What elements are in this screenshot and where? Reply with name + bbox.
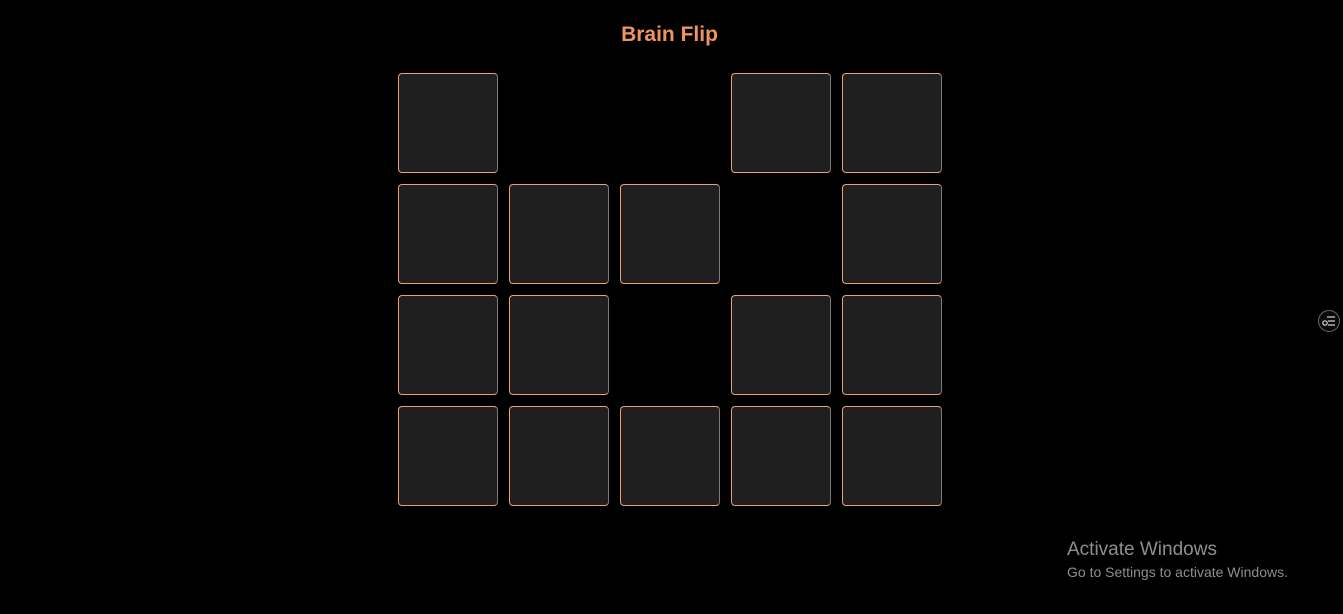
activate-windows-watermark: Activate Windows Go to Settings to activ…: [1067, 538, 1288, 582]
watermark-subtitle: Go to Settings to activate Windows.: [1067, 564, 1288, 580]
card-board: [398, 73, 942, 506]
card-face-down[interactable]: [620, 184, 720, 284]
matched-card-slot: [509, 73, 609, 173]
card-face-down[interactable]: [842, 406, 942, 506]
matched-card-slot: [731, 184, 831, 284]
card-face-down[interactable]: [842, 73, 942, 173]
floating-options-button[interactable]: [1318, 310, 1340, 332]
card-face-down[interactable]: [398, 406, 498, 506]
matched-card-slot: [620, 295, 720, 395]
card-face-down[interactable]: [398, 184, 498, 284]
game-title: Brain Flip: [621, 23, 718, 46]
card-face-down[interactable]: [398, 295, 498, 395]
card-face-down[interactable]: [842, 184, 942, 284]
card-face-down[interactable]: [731, 295, 831, 395]
game-page: Brain Flip Activate Windows Go to Settin…: [0, 0, 1343, 614]
card-face-down[interactable]: [509, 184, 609, 284]
card-face-down[interactable]: [509, 295, 609, 395]
card-face-down[interactable]: [620, 406, 720, 506]
card-face-down[interactable]: [842, 295, 942, 395]
card-face-down[interactable]: [731, 406, 831, 506]
card-face-down[interactable]: [731, 73, 831, 173]
matched-card-slot: [620, 73, 720, 173]
watermark-title: Activate Windows: [1067, 539, 1217, 560]
card-face-down[interactable]: [398, 73, 498, 173]
card-face-down[interactable]: [509, 406, 609, 506]
options-icon: [1322, 316, 1335, 326]
